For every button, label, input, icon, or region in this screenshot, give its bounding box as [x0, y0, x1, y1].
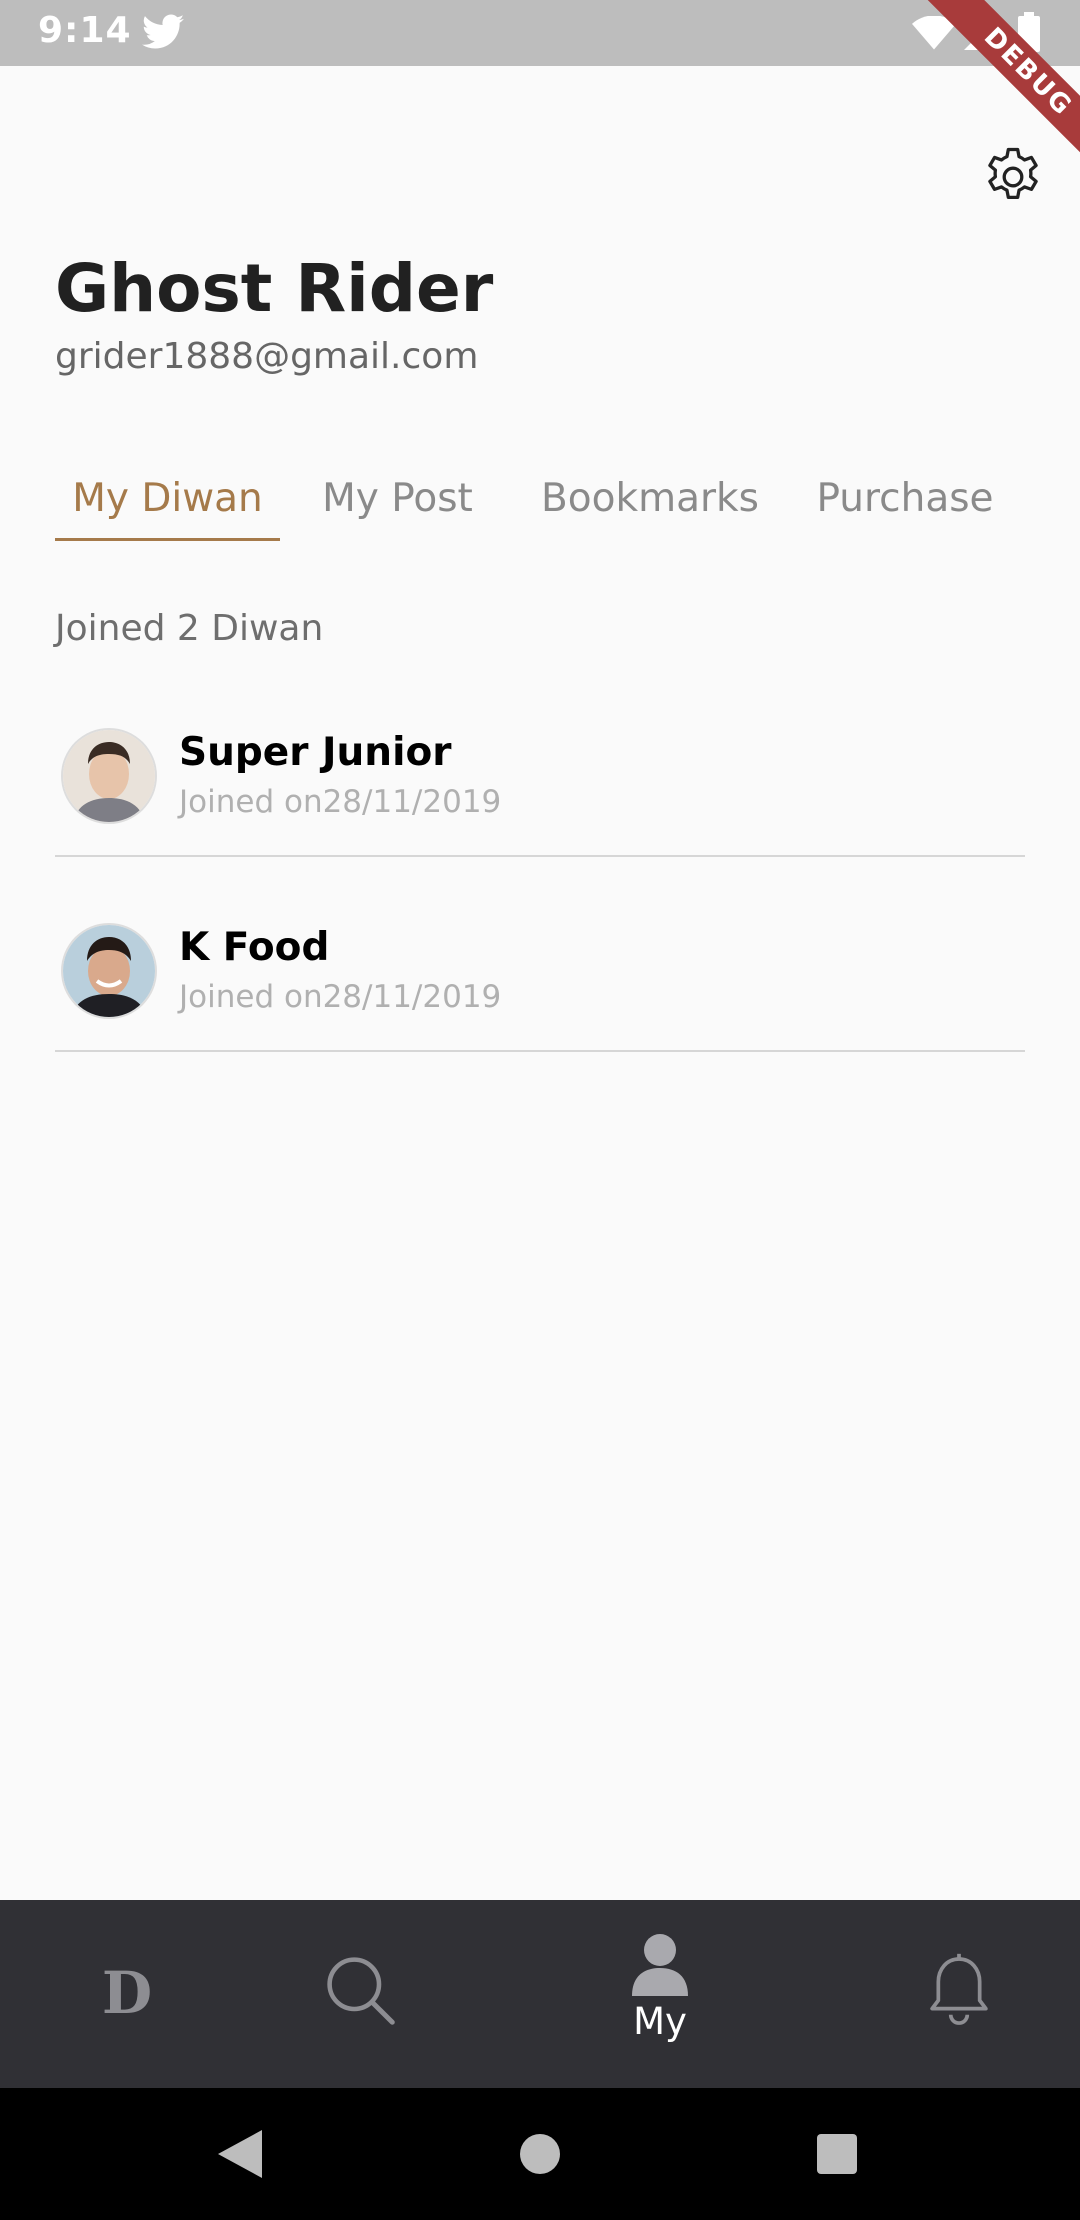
tab-my-diwan[interactable]: My Diwan [55, 460, 280, 536]
profile-email: grider1888@gmail.com [55, 336, 479, 377]
person-photo-icon [63, 925, 155, 1017]
nav-my-label[interactable]: My [600, 2000, 720, 2043]
search-icon[interactable] [322, 1952, 398, 2028]
profile-name: Ghost Rider [55, 250, 494, 327]
tab-purchase[interactable]: Purchase [805, 460, 1005, 536]
avatar [63, 925, 155, 1017]
diwan-joined-date: Joined on28/11/2019 [179, 784, 502, 820]
system-navigation-bar [0, 2088, 1080, 2220]
signal-icon [964, 16, 998, 50]
bell-icon[interactable] [928, 1952, 990, 2028]
bottom-navigation: D My [0, 1900, 1080, 2088]
diwan-logo-icon[interactable]: D [92, 1958, 162, 2028]
status-bar: 9:14 [0, 0, 1080, 66]
avatar [63, 730, 155, 822]
list-item[interactable]: K Food Joined on28/11/2019 [55, 895, 1025, 1052]
diwan-joined-date: Joined on28/11/2019 [179, 979, 502, 1015]
home-icon[interactable] [520, 2134, 560, 2174]
battery-icon [1018, 12, 1040, 52]
list-item[interactable]: Super Junior Joined on28/11/2019 [55, 700, 1025, 857]
status-time: 9:14 [38, 10, 132, 51]
person-photo-icon [63, 730, 155, 822]
diwan-title: K Food [179, 925, 330, 970]
person-icon[interactable] [630, 1932, 690, 1996]
tab-bookmarks[interactable]: Bookmarks [535, 460, 765, 536]
settings-gear-icon[interactable] [980, 144, 1046, 210]
twitter-icon [142, 14, 184, 49]
diwan-title: Super Junior [179, 730, 452, 775]
profile-tabs: My Diwan My Post Bookmarks Purchase [55, 460, 1055, 542]
recent-apps-icon[interactable] [817, 2134, 857, 2174]
back-icon[interactable] [218, 2130, 262, 2178]
app-screen: 9:14 DEBUG Ghost Rider grider1888@gmail.… [0, 0, 1080, 2220]
joined-count: Joined 2 Diwan [55, 608, 324, 649]
wifi-icon [912, 16, 956, 50]
active-tab-indicator [55, 538, 280, 541]
tab-my-post[interactable]: My Post [300, 460, 495, 536]
diwan-list: Super Junior Joined on28/11/2019 K Food … [55, 700, 1025, 1052]
